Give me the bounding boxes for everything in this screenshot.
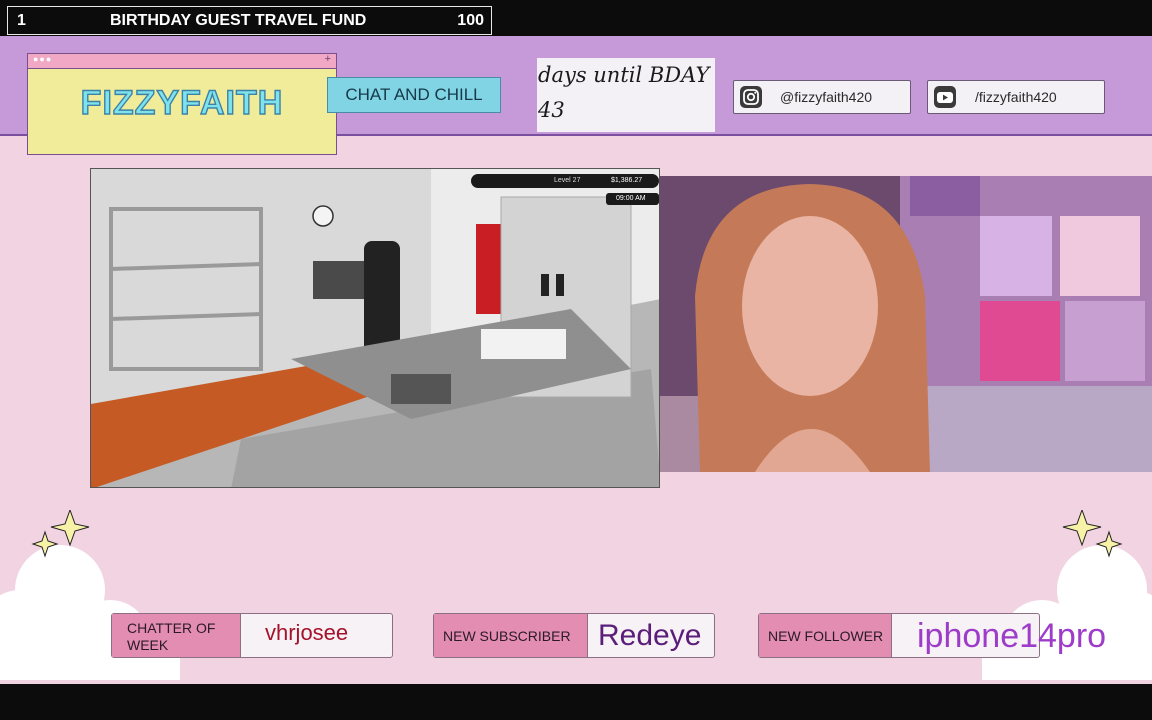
webcam-scene bbox=[660, 176, 1152, 472]
window-dots-icon: ●●● bbox=[33, 54, 53, 64]
chatter-of-week-label: CHATTER OF WEEK bbox=[112, 614, 241, 657]
chatter-of-week-alert: CHATTER OF WEEK vhrjosee bbox=[111, 613, 393, 658]
goal-bar: 1 BIRTHDAY GUEST TRAVEL FUND 100 bbox=[7, 6, 492, 35]
new-subscriber-value: Redeye bbox=[598, 619, 702, 652]
chat-and-chill-label: CHAT AND CHILL bbox=[327, 77, 501, 113]
chatter-of-week-value: vhrjosee bbox=[265, 620, 349, 645]
game-capture: Level 27 $1,386.27 09:00 AM bbox=[90, 168, 660, 488]
window-plus-icon: + bbox=[324, 53, 331, 65]
instagram-handle-text: @fizzyfaith420 bbox=[780, 89, 873, 105]
new-follower-label: NEW FOLLOWER bbox=[759, 614, 892, 657]
game-level: Level 27 bbox=[554, 177, 581, 184]
goal-target: 100 bbox=[457, 12, 484, 29]
new-follower-value: iphone14pro bbox=[917, 617, 1107, 655]
new-subscriber-label: NEW SUBSCRIBER bbox=[434, 614, 588, 657]
instagram-handle[interactable]: @fizzyfaith420 bbox=[733, 80, 911, 114]
instagram-icon bbox=[740, 86, 762, 108]
brand-window-titlebar: ●●● + bbox=[28, 53, 336, 69]
bottom-bar bbox=[0, 684, 1152, 720]
goal-title: BIRTHDAY GUEST TRAVEL FUND bbox=[110, 12, 367, 29]
game-time: 09:00 AM bbox=[616, 195, 646, 202]
youtube-icon bbox=[934, 86, 956, 108]
game-money: $1,386.27 bbox=[611, 177, 643, 184]
game-scene bbox=[91, 169, 659, 487]
brand-logo: FIZZYFAITH bbox=[80, 83, 284, 122]
new-subscriber-alert: NEW SUBSCRIBER Redeye bbox=[433, 613, 715, 658]
brand-window: ●●● + FIZZYFAITH bbox=[27, 53, 337, 155]
goal-current: 1 bbox=[17, 12, 26, 29]
new-follower-alert: NEW FOLLOWER iphone14pro bbox=[758, 613, 1106, 658]
youtube-handle[interactable]: /fizzyfaith420 bbox=[927, 80, 1105, 114]
countdown-label: days until BDAY bbox=[538, 63, 710, 87]
youtube-handle-text: /fizzyfaith420 bbox=[975, 89, 1057, 105]
webcam-feed bbox=[660, 176, 1152, 472]
countdown-days: 43 bbox=[538, 98, 565, 122]
top-bar: 1 BIRTHDAY GUEST TRAVEL FUND 100 bbox=[0, 0, 1152, 36]
birthday-countdown: days until BDAY 43 bbox=[537, 58, 715, 132]
